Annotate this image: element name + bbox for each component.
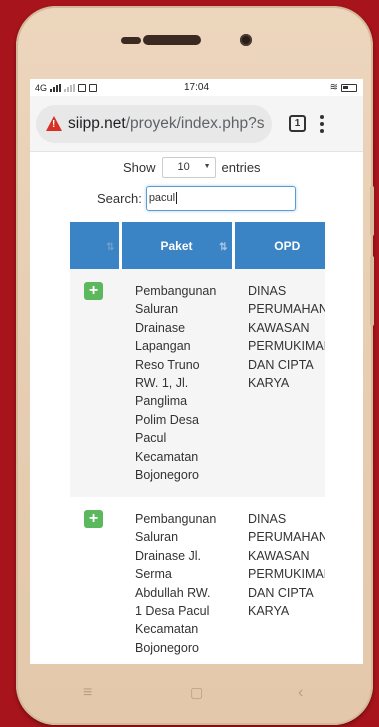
paket-line: Drainase Jl. <box>135 548 201 563</box>
page-content: Show 10 ▼ entries Search: pacul ⇅ Paket ⇅… <box>70 152 325 664</box>
battery-icon <box>341 83 357 92</box>
opd-line: DAN CIPTA <box>248 357 314 372</box>
table-row[interactable]: + Pembangunan Saluran Drainase Jl. Serma Abdu… <box>70 497 325 664</box>
opd-line: KARYA <box>248 604 290 619</box>
opd-cell: DINAS PERUMAHAN KAWASAN PERMUKIMAN DAN CIPTA… <box>233 269 325 497</box>
column-header-paket[interactable]: Paket ⇅ <box>120 222 235 269</box>
power-button <box>370 256 374 326</box>
paket-cell: Pembangunan Saluran Drainase Jl. Serma Abdul… <box>120 497 233 664</box>
wifi-icon: ≋ <box>329 82 338 93</box>
opd-line: KARYA <box>248 376 290 391</box>
opd-line: DAN CIPTA <box>248 585 314 600</box>
opd-cell: DINAS PERUMAHAN KAWASAN PERMUKIMAN DAN CIPTA… <box>233 497 325 664</box>
length-control: Show 10 ▼ entries <box>70 152 325 182</box>
opd-line: KAWASAN <box>248 320 310 335</box>
page-size-value: 10 <box>177 161 190 173</box>
back-chevron-icon[interactable]: ‹ <box>298 684 303 702</box>
tab-switcher-button[interactable]: 1 <box>289 115 306 132</box>
column-header-control[interactable]: ⇅ <box>70 222 122 269</box>
paket-line: Abdullah RW. <box>135 585 211 600</box>
earpiece-speaker <box>143 35 201 45</box>
warning-triangle-icon[interactable]: ! <box>46 116 62 131</box>
paket-line: Pembangunan <box>135 284 217 298</box>
header-label: OPD <box>274 238 301 253</box>
url-host: siipp.net <box>68 114 126 132</box>
search-control: Search: pacul <box>70 182 325 214</box>
paket-line: Reso Truno <box>135 357 200 372</box>
paket-line: Serma <box>135 567 172 582</box>
paket-line: Kecamatan <box>135 622 199 637</box>
paket-line: Bojonegoro <box>135 640 199 655</box>
text-cursor <box>176 192 178 204</box>
clock: 17:04 <box>183 82 210 93</box>
opd-line: PERUMAHAN <box>248 302 325 317</box>
paket-line: Pembangunan <box>135 512 217 526</box>
paket-cell: Pembangunan Saluran Drainase Lapangan Reso T… <box>120 269 233 497</box>
expand-plus-icon[interactable]: + <box>84 282 103 300</box>
table-row[interactable]: + Pembangunan Saluran Drainase Lapangan Reso … <box>70 269 325 497</box>
header-label: Paket <box>160 238 193 253</box>
expand-cell: + <box>70 497 120 664</box>
sensor <box>121 37 141 44</box>
opd-line: PERMUKIMAN <box>248 567 325 582</box>
opd-line: DINAS <box>248 512 287 526</box>
android-nav-bar: ≡ ▢ ‹ <box>0 664 379 724</box>
status-bar: 4G 17:04 ≋ <box>30 79 363 96</box>
opd-line: PERMUKIMAN <box>248 339 325 354</box>
volume-button <box>370 186 374 236</box>
paket-line: Saluran <box>135 302 179 317</box>
sort-icon: ⇅ <box>106 242 115 253</box>
show-label: Show <box>123 159 156 175</box>
sort-icon: ⇅ <box>219 242 228 253</box>
paket-line: Bojonegoro <box>135 468 199 483</box>
search-input[interactable]: pacul <box>145 185 296 211</box>
column-header-opd[interactable]: OPD <box>233 222 325 269</box>
chevron-down-icon: ▼ <box>203 162 211 170</box>
paket-line: Panglima <box>135 394 188 409</box>
address-bar[interactable]: ! siipp.net/proyek/index.php?s <box>36 104 272 143</box>
page-size-select[interactable]: 10 ▼ <box>161 156 216 178</box>
kebab-menu-icon[interactable] <box>320 114 324 133</box>
entries-label: entries <box>221 159 261 175</box>
paket-line: RW. 1, Jl. <box>135 376 189 391</box>
opd-line: KAWASAN <box>248 548 310 563</box>
url-path: /proyek/index.php?s <box>125 114 265 132</box>
search-label: Search: <box>97 190 142 206</box>
results-table: ⇅ Paket ⇅ OPD + Pembangunan Saluran Drainase… <box>70 222 325 664</box>
table-header-row: ⇅ Paket ⇅ OPD <box>70 222 325 269</box>
opd-line: DINAS <box>248 284 287 298</box>
expand-plus-icon[interactable]: + <box>84 510 103 528</box>
home-circle-icon[interactable]: ▢ <box>190 684 203 701</box>
paket-line: Drainase <box>135 320 186 335</box>
paket-line: Lapangan <box>135 339 191 354</box>
paket-line: 1 Desa Pacul <box>135 604 210 619</box>
paket-line: Polim Desa <box>135 412 199 427</box>
paket-line: Kecamatan <box>135 449 199 464</box>
front-camera <box>240 34 252 46</box>
phone-screen: 4G 17:04 ≋ ! siipp.net/proyek/index.php?… <box>30 79 363 664</box>
paket-line: Pacul <box>135 431 167 446</box>
menu-lines-icon[interactable]: ≡ <box>83 684 92 702</box>
opd-line: PERUMAHAN <box>248 530 325 545</box>
paket-line: Saluran <box>135 530 179 545</box>
search-value: pacul <box>148 192 176 204</box>
browser-toolbar: ! siipp.net/proyek/index.php?s 1 <box>30 96 363 152</box>
expand-cell: + <box>70 269 120 497</box>
